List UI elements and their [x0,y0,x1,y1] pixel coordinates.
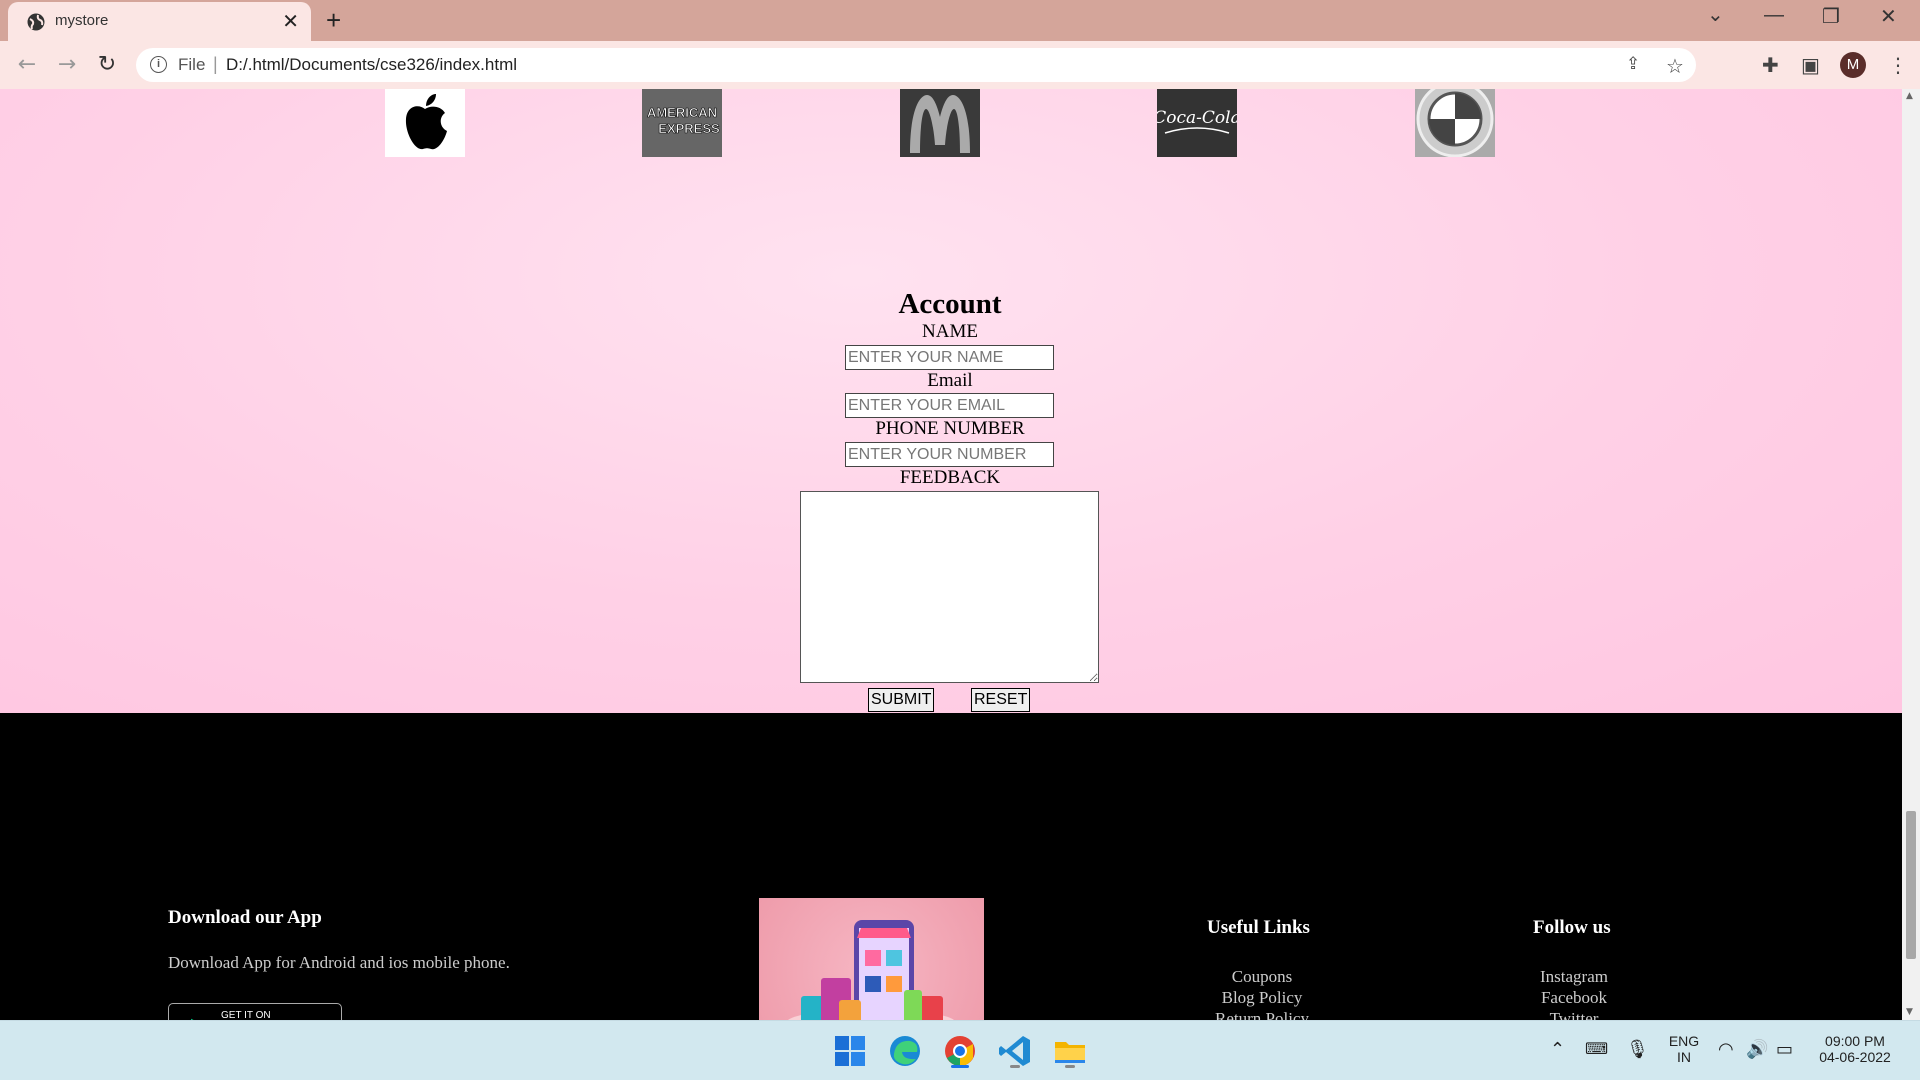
menu-kebab-icon[interactable]: ⋮ [1888,53,1908,77]
language-indicator[interactable]: ENG IN [1666,1033,1702,1065]
profile-avatar[interactable]: M [1840,52,1866,78]
address-bar[interactable]: i File | D:/.html/Documents/cse326/index… [136,48,1696,82]
american-express-logo: AMERICAN EXPRESS [642,89,722,157]
page-scrollbar[interactable]: ▲ ▼ [1902,89,1920,1020]
bookmark-star-icon[interactable]: ☆ [1666,54,1684,78]
browser-tab-bar: mystore ✕ + ⌄ — ❐ ✕ [0,0,1920,41]
clock-time: 09:00 PM [1825,1033,1885,1049]
feedback-textarea[interactable] [800,491,1099,683]
tab-close-icon[interactable]: ✕ [282,9,299,34]
link-coupons[interactable]: Coupons [1162,967,1362,987]
scroll-up-arrow-icon[interactable]: ▲ [1906,91,1913,101]
link-blog-policy[interactable]: Blog Policy [1162,988,1362,1008]
windows-start-icon[interactable] [831,1032,869,1070]
url-separator: | [213,54,218,74]
windows-taskbar: ⌃ ⌨ 🎙 ENG IN ◠ 🔊 ▭ 09:00 PM 04-06-2022 [0,1020,1920,1080]
phone-label: PHONE NUMBER [875,418,1025,439]
vscode-icon[interactable] [996,1032,1034,1070]
microphone-icon[interactable]: 🎙 [1626,1039,1649,1060]
svg-text:EXPRESS: EXPRESS [658,121,720,136]
page-viewport: AMERICAN EXPRESS Coca-Cola Account NAME … [0,89,1902,1020]
browser-tab[interactable]: mystore ✕ [8,2,311,41]
language-line1: ENG [1668,1033,1700,1049]
edge-icon[interactable] [886,1032,924,1070]
browser-toolbar: ← → ↻ i File | D:/.html/Documents/cse326… [0,41,1920,89]
svg-text:AMERICAN: AMERICAN [647,105,717,120]
submit-button[interactable]: SUBMIT [868,688,935,712]
google-play-badge[interactable]: ▶ GET IT ON [168,1003,342,1020]
mcdonalds-logo [900,89,980,157]
useful-links-heading: Useful Links [1207,917,1310,938]
apple-logo [385,89,465,157]
chrome-active-indicator [951,1065,969,1068]
reset-button[interactable]: RESET [971,688,1031,712]
clock-date: 04-06-2022 [1819,1049,1891,1065]
scrollbar-thumb[interactable] [1906,811,1916,959]
restore-button[interactable]: ❐ [1822,4,1840,29]
clock[interactable]: 09:00 PM 04-06-2022 [1812,1033,1898,1065]
shopping-app-image [759,898,984,1020]
minimize-button[interactable]: — [1764,4,1784,27]
name-input[interactable] [845,345,1054,370]
battery-icon[interactable]: ▭ [1776,1039,1793,1060]
globe-icon [27,13,45,31]
coca-cola-logo: Coca-Cola [1157,89,1237,157]
side-panel-icon[interactable]: ▣ [1801,53,1820,77]
follow-us-heading: Follow us [1533,917,1611,938]
info-icon[interactable]: i [150,56,167,73]
email-label: Email [927,370,973,391]
scroll-down-arrow-icon[interactable]: ▼ [1906,1007,1913,1017]
tab-search-chevron-icon[interactable]: ⌄ [1707,2,1724,27]
link-instagram[interactable]: Instagram [1474,967,1674,987]
footer: Download our App Download App for Androi… [0,713,1902,1020]
explorer-open-indicator [1065,1065,1075,1068]
feedback-label: FEEDBACK [899,467,1001,488]
bmw-logo [1415,89,1495,157]
language-line2: IN [1677,1049,1691,1065]
link-twitter[interactable]: Twitter [1474,1009,1674,1020]
form-title: Account [898,288,1002,320]
file-explorer-icon[interactable] [1051,1032,1089,1070]
tray-overflow-chevron-icon[interactable]: ⌃ [1550,1039,1565,1060]
download-app-heading: Download our App [168,907,322,928]
reload-icon[interactable]: ↻ [92,50,122,80]
content-section: AMERICAN EXPRESS Coca-Cola Account NAME … [0,89,1902,713]
url-text[interactable]: D:/.html/Documents/cse326/index.html [226,55,517,75]
svg-text:Coca-Cola: Coca-Cola [1157,108,1237,128]
volume-icon[interactable]: 🔊 [1746,1039,1768,1060]
close-window-button[interactable]: ✕ [1880,4,1897,29]
name-label: NAME [922,321,978,342]
play-badge-text: GET IT ON [221,1010,271,1020]
back-arrow-icon[interactable]: ← [12,50,42,80]
tab-title: mystore [55,12,109,29]
url-scheme: File [178,55,206,74]
new-tab-button[interactable]: + [326,5,341,36]
wifi-icon[interactable]: ◠ [1718,1039,1734,1060]
email-input[interactable] [845,393,1054,418]
keyboard-icon[interactable]: ⌨ [1585,1039,1608,1058]
phone-input[interactable] [845,442,1054,467]
vscode-open-indicator [1010,1065,1020,1068]
link-facebook[interactable]: Facebook [1474,988,1674,1008]
extensions-puzzle-icon[interactable]: ✚ [1762,53,1779,77]
chrome-icon[interactable] [941,1032,979,1070]
link-return-policy[interactable]: Return Policy [1162,1009,1362,1020]
forward-arrow-icon[interactable]: → [52,50,82,80]
share-icon[interactable]: ⇪ [1626,54,1640,74]
download-app-text: Download App for Android and ios mobile … [168,953,510,972]
